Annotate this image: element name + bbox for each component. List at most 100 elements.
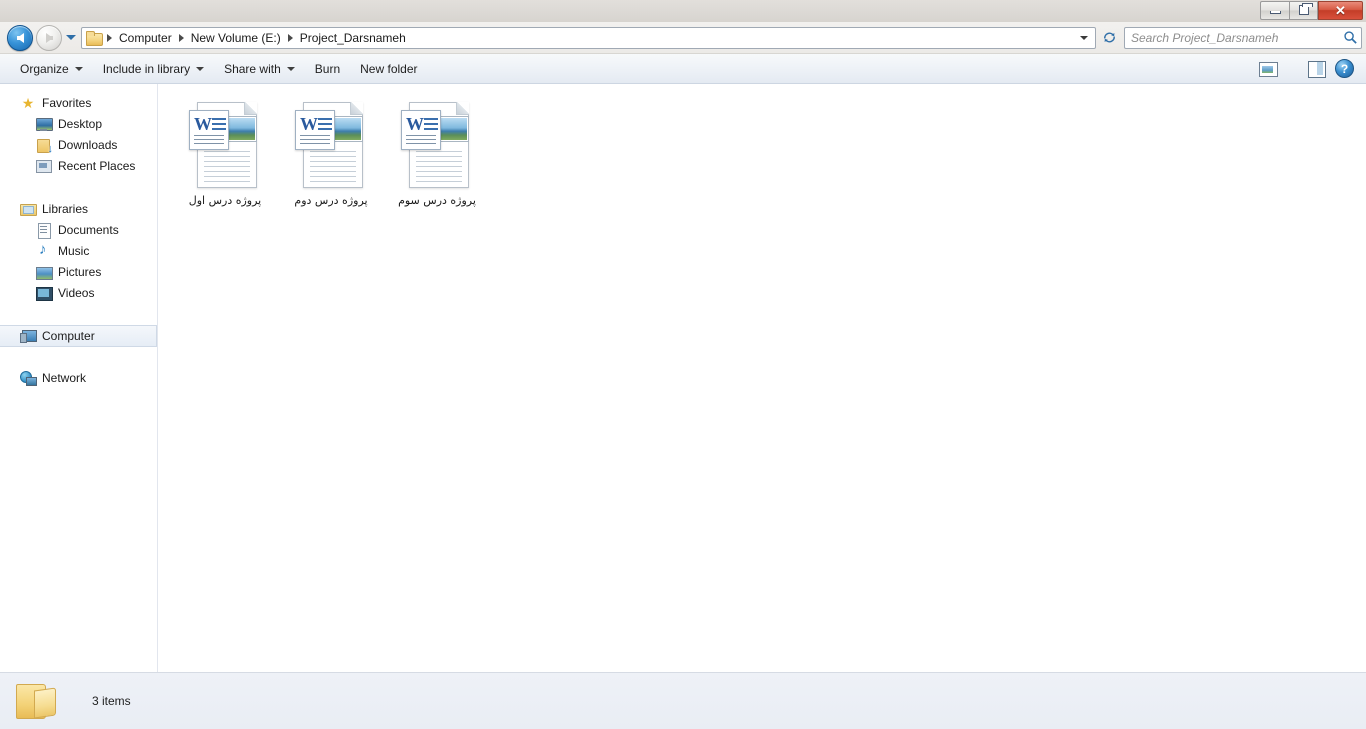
navigation-pane: ★ Favorites Desktop Downloads Recent Pla… — [0, 84, 158, 672]
music-icon — [36, 242, 52, 259]
sidebar-item-documents[interactable]: Documents — [0, 219, 157, 240]
window-controls: ✕ — [1260, 0, 1363, 20]
desktop-icon — [36, 116, 53, 132]
document-lines — [204, 151, 250, 182]
include-in-library-label: Include in library — [102, 61, 191, 76]
search-input[interactable]: Search Project_Darsnameh — [1131, 31, 1343, 45]
sidebar-item-computer[interactable]: Computer — [0, 325, 157, 347]
share-with-button[interactable]: Share with — [214, 57, 305, 81]
chevron-down-icon — [286, 66, 295, 71]
file-item[interactable]: W پروژه درس اول — [172, 96, 278, 216]
file-list-view[interactable]: W پروژه درس اول W پروژه درس دوم W پروژه … — [158, 84, 1366, 672]
status-bar: 3 items — [0, 672, 1366, 729]
minimize-button[interactable] — [1260, 0, 1289, 20]
include-in-library-button[interactable]: Include in library — [93, 57, 214, 81]
folder-icon — [86, 30, 103, 46]
burn-button[interactable]: Burn — [305, 57, 350, 81]
word-document-icon: W — [401, 100, 473, 190]
sidebar-item-label: Favorites — [42, 95, 92, 110]
breadcrumb-item-computer[interactable]: Computer — [115, 30, 176, 46]
sidebar-item-label: Pictures — [58, 264, 102, 279]
sidebar-item-libraries[interactable]: Libraries — [0, 198, 157, 219]
sidebar-item-label: Network — [42, 370, 87, 385]
star-icon: ★ — [21, 94, 35, 111]
sidebar-item-network[interactable]: Network — [0, 367, 157, 388]
search-icon — [1344, 31, 1357, 44]
word-logo-icon: W — [189, 110, 229, 150]
forward-button[interactable] — [36, 24, 62, 51]
sidebar-group-favorites: ★ Favorites Desktop Downloads Recent Pla… — [0, 92, 157, 176]
explorer-window: ✕ Computer New Volume (E:) Project_Darsn… — [0, 0, 1366, 729]
breadcrumb: Computer New Volume (E:) Project_Darsnam… — [86, 30, 1075, 46]
sidebar-item-pictures[interactable]: Pictures — [0, 261, 157, 282]
file-name-label: پروژه درس اول — [188, 194, 262, 207]
breadcrumb-item-project-darsnameh[interactable]: Project_Darsnameh — [296, 30, 410, 46]
sidebar-item-label: Videos — [58, 285, 95, 300]
breadcrumb-separator-icon — [107, 33, 112, 42]
view-layout-icon — [1257, 60, 1279, 78]
sidebar-item-label: Downloads — [58, 137, 118, 152]
document-lines — [310, 151, 356, 182]
chevron-down-icon — [74, 66, 83, 71]
sidebar-item-recent-places[interactable]: Recent Places — [0, 155, 157, 176]
sidebar-item-videos[interactable]: Videos — [0, 282, 157, 303]
new-folder-button[interactable]: New folder — [350, 57, 427, 81]
chevron-down-icon — [196, 66, 205, 71]
sidebar-item-music[interactable]: Music — [0, 240, 157, 261]
back-arrow-icon — [16, 32, 24, 43]
file-name-label: پروژه درس سوم — [398, 194, 476, 207]
burn-label: Burn — [314, 61, 341, 76]
sidebar-item-favorites[interactable]: ★ Favorites — [0, 92, 157, 113]
refresh-icon — [1103, 32, 1115, 43]
file-item[interactable]: W پروژه درس سوم — [384, 96, 490, 216]
preview-pane-button[interactable] — [1305, 60, 1327, 78]
sidebar-item-label: Music — [58, 243, 90, 258]
folder-icon — [14, 681, 60, 721]
close-button[interactable]: ✕ — [1318, 0, 1363, 20]
restore-icon — [1298, 3, 1313, 15]
command-bar: Organize Include in library Share with B… — [0, 54, 1366, 84]
search-box[interactable]: Search Project_Darsnameh — [1124, 26, 1362, 49]
back-button[interactable] — [7, 24, 33, 51]
organize-button[interactable]: Organize — [10, 57, 93, 81]
address-bar: Computer New Volume (E:) Project_Darsnam… — [0, 22, 1366, 54]
sidebar-item-label: Documents — [58, 222, 119, 237]
share-with-label: Share with — [224, 61, 281, 76]
file-grid: W پروژه درس اول W پروژه درس دوم W پروژه … — [172, 96, 1366, 216]
help-button[interactable]: ? — [1335, 59, 1354, 78]
close-icon: ✕ — [1335, 2, 1346, 18]
network-icon — [20, 370, 37, 386]
item-count-label: 3 items — [92, 694, 131, 708]
downloads-icon — [36, 137, 53, 155]
computer-icon — [20, 328, 37, 344]
chevron-down-icon — [1080, 35, 1088, 40]
help-icon: ? — [1340, 61, 1349, 76]
word-logo-icon: W — [295, 110, 335, 150]
refresh-button[interactable] — [1098, 27, 1120, 49]
sidebar-item-downloads[interactable]: Downloads — [0, 134, 157, 155]
sidebar-item-label: Recent Places — [58, 158, 136, 173]
chevron-down-icon — [66, 35, 76, 40]
page-fold-icon — [456, 102, 469, 115]
forward-arrow-icon — [45, 32, 53, 43]
title-bar: ✕ — [0, 0, 1366, 22]
address-input[interactable]: Computer New Volume (E:) Project_Darsnam… — [81, 26, 1096, 49]
new-folder-label: New folder — [360, 61, 418, 76]
change-view-button[interactable] — [1253, 57, 1283, 81]
word-document-icon: W — [189, 100, 261, 190]
sidebar-item-label: Libraries — [42, 201, 89, 216]
breadcrumb-separator-icon — [287, 33, 293, 42]
address-dropdown-button[interactable] — [1075, 28, 1093, 48]
sidebar-item-desktop[interactable]: Desktop — [0, 113, 157, 134]
libraries-icon — [20, 201, 37, 217]
page-fold-icon — [244, 102, 257, 115]
file-item[interactable]: W پروژه درس دوم — [278, 96, 384, 216]
document-lines — [416, 151, 462, 182]
history-dropdown-button[interactable] — [63, 25, 79, 51]
breadcrumb-item-new-volume[interactable]: New Volume (E:) — [187, 30, 285, 46]
view-dropdown-button[interactable] — [1283, 66, 1291, 72]
maximize-button[interactable] — [1289, 0, 1318, 20]
